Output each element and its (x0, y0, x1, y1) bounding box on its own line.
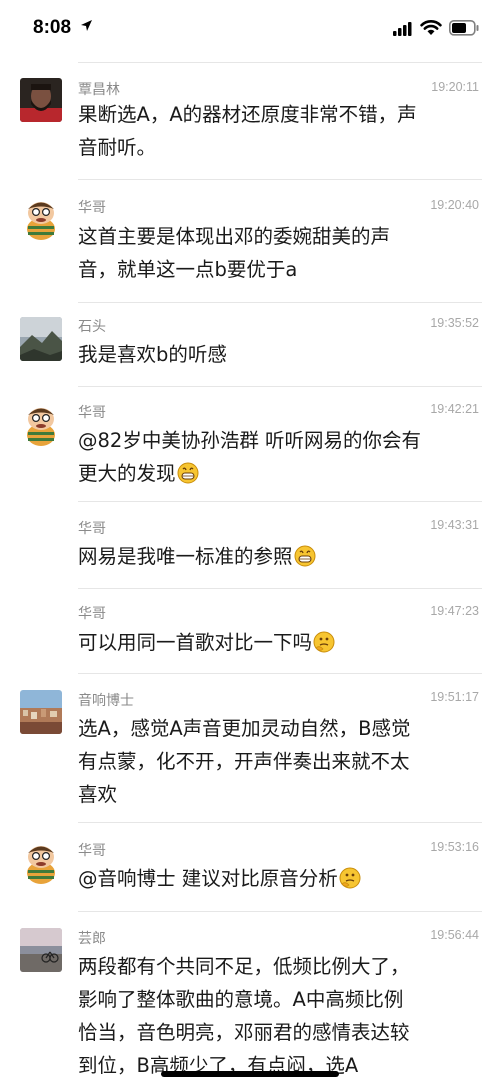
commenter-name[interactable]: 华哥 (78, 402, 106, 422)
divider (78, 911, 482, 912)
wifi-icon (420, 20, 442, 35)
mountain-photo-avatar-icon (20, 317, 62, 361)
grin-emoji-icon (177, 462, 199, 484)
cartoon-man-avatar-icon (20, 402, 62, 446)
divider (78, 179, 482, 180)
divider (78, 673, 482, 674)
comment-text: 我是喜欢b的听感 (78, 338, 478, 371)
commenter-name[interactable]: 石头 (78, 316, 106, 336)
comment-text-line: 音，就单这一点b要优于a (78, 258, 298, 281)
comment-text: @82岁中美协孙浩群 听听网易的你会有 更大的发现 (78, 424, 478, 490)
comment-text-line: 网易是我唯一标准的参照 (78, 540, 478, 573)
beach-photo-avatar-icon (20, 928, 62, 972)
grin-emoji-icon (294, 545, 316, 567)
comment-text-line: 音耐听。 (78, 136, 157, 159)
avatar[interactable] (20, 690, 62, 734)
divider (78, 386, 482, 387)
avatar[interactable] (20, 196, 62, 240)
commenter-name[interactable]: 华哥 (78, 518, 106, 538)
comment-text-line: 有点蒙，化不开，开声伴奏出来就不太 (78, 750, 410, 773)
avatar[interactable] (20, 78, 62, 122)
comment-text-line: 可以用同一首歌对比一下吗 (78, 626, 478, 659)
man-portrait-avatar-icon (20, 78, 62, 122)
comment-text: 网易是我唯一标准的参照 (78, 540, 478, 573)
comment-text-line: 恰当，音色明亮，邓丽君的感情表达较 (78, 1021, 410, 1044)
comment-text-line: 这首主要是体现出邓的委婉甜美的声 (78, 225, 391, 248)
divider (78, 62, 482, 63)
comment-time: 19:20:11 (431, 80, 479, 94)
divider (78, 302, 482, 303)
commenter-name[interactable]: 华哥 (78, 603, 106, 623)
comment-text-line: 喜欢 (78, 783, 118, 806)
divider (78, 501, 482, 502)
avatar[interactable] (20, 840, 62, 884)
thinking-emoji-icon (339, 867, 361, 889)
comment-text: 选A，感觉A声音更加灵动自然，B感觉 有点蒙，化不开，开声伴奏出来就不太 喜欢 (78, 712, 478, 811)
comment-text: 这首主要是体现出邓的委婉甜美的声 音，就单这一点b要优于a (78, 220, 478, 286)
comment-text-line: 选A，感觉A声音更加灵动自然，B感觉 (78, 717, 411, 740)
comment-text: 两段都有个共同不足，低频比例大了， 影响了整体歌曲的意境。A中高频比例 恰当，音… (78, 950, 478, 1082)
comment-text-line: 到位，B高频少了，有点闷，选A (78, 1054, 359, 1077)
commenter-name[interactable]: 音响博士 (78, 690, 134, 710)
divider (78, 822, 482, 823)
comment-text-line: 两段都有个共同不足，低频比例大了， (78, 955, 410, 978)
cartoon-man-avatar-icon (20, 196, 62, 240)
cellular-signal-icon (393, 22, 412, 36)
comment-time: 19:47:23 (430, 604, 479, 618)
comment-text: 果断选A，A的器材还原度非常不错，声 音耐听。 (78, 98, 478, 164)
commenter-name[interactable]: 华哥 (78, 840, 106, 860)
avatar[interactable] (20, 317, 62, 361)
status-time: 8:08 (33, 17, 72, 38)
cartoon-man-avatar-icon (20, 840, 62, 884)
comment-text-line: @82岁中美协孙浩群 听听网易的你会有 (78, 429, 422, 452)
comment-text: @音响博士 建议对比原音分析 (78, 862, 478, 895)
avatar[interactable] (20, 402, 62, 446)
thinking-emoji-icon (313, 631, 335, 653)
status-bar: 8:08 (0, 0, 500, 58)
comment-text-line: 果断选A，A的器材还原度非常不错，声 (78, 103, 417, 126)
avatar[interactable] (20, 928, 62, 972)
commenter-name[interactable]: 华哥 (78, 197, 106, 217)
comment-time: 19:35:52 (430, 316, 479, 330)
comment-text-line-content: 可以用同一首歌对比一下吗 (78, 631, 313, 654)
location-arrow-icon (81, 20, 92, 31)
comment-text-line: 影响了整体歌曲的意境。A中高频比例 (78, 988, 404, 1011)
comment-text-line-content: 更大的发现 (78, 462, 176, 485)
home-indicator[interactable] (161, 1071, 339, 1077)
comment-text-line-content: 网易是我唯一标准的参照 (78, 545, 293, 568)
comment-text-line: 我是喜欢b的听感 (78, 343, 227, 366)
city-photo-avatar-icon (20, 690, 62, 734)
commenter-name[interactable]: 芸郎 (78, 928, 106, 948)
comment-text-line-content: @音响博士 建议对比原音分析 (78, 867, 338, 890)
comment-time: 19:42:21 (430, 402, 479, 416)
comment-time: 19:20:40 (430, 198, 479, 212)
comment-text: 可以用同一首歌对比一下吗 (78, 626, 478, 659)
commenter-name[interactable]: 覃昌林 (78, 79, 120, 99)
comment-text-line: @音响博士 建议对比原音分析 (78, 862, 478, 895)
comment-time: 19:43:31 (430, 518, 479, 532)
comment-time: 19:56:44 (430, 928, 479, 942)
comment-time: 19:53:16 (430, 840, 479, 854)
divider (78, 588, 482, 589)
battery-icon (449, 20, 479, 36)
comment-text-line: 更大的发现 (78, 457, 478, 490)
comment-time: 19:51:17 (430, 690, 479, 704)
